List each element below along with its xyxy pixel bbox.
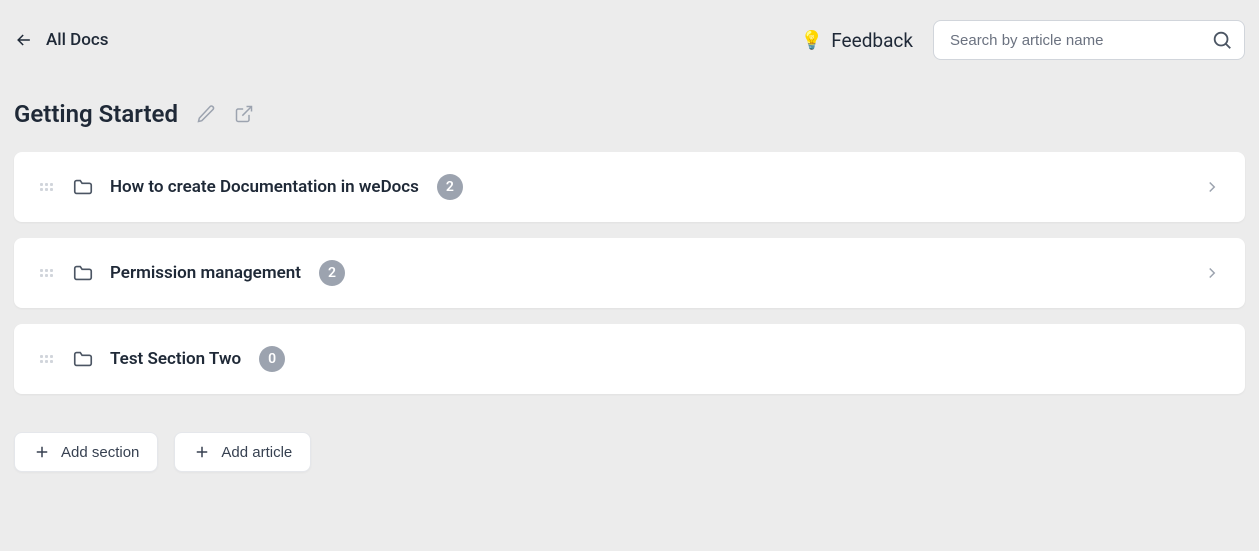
section-title: Permission management xyxy=(110,263,301,283)
count-badge: 2 xyxy=(319,260,345,286)
add-section-button[interactable]: Add section xyxy=(14,432,158,472)
external-link-icon[interactable] xyxy=(234,104,254,124)
search-icon[interactable] xyxy=(1211,29,1233,51)
count-badge: 0 xyxy=(259,346,285,372)
folder-icon xyxy=(72,262,94,284)
plus-icon xyxy=(33,443,51,461)
back-label: All Docs xyxy=(46,30,109,50)
add-article-label: Add article xyxy=(221,444,292,461)
section-title: Test Section Two xyxy=(110,349,241,369)
section-row[interactable]: How to create Documentation in weDocs 2 xyxy=(14,152,1245,222)
add-section-label: Add section xyxy=(61,444,139,461)
add-article-button[interactable]: Add article xyxy=(174,432,311,472)
folder-icon xyxy=(72,176,94,198)
drag-handle-icon[interactable] xyxy=(38,265,54,281)
plus-icon xyxy=(193,443,211,461)
chevron-right-icon xyxy=(1203,178,1221,196)
section-row[interactable]: Permission management 2 xyxy=(14,238,1245,308)
feedback-label: Feedback xyxy=(831,29,913,52)
count-badge: 2 xyxy=(437,174,463,200)
chevron-right-icon xyxy=(1203,264,1221,282)
lightbulb-icon: 💡 xyxy=(801,30,823,51)
section-title: How to create Documentation in weDocs xyxy=(110,177,419,197)
feedback-link[interactable]: 💡 Feedback xyxy=(801,29,913,52)
folder-icon xyxy=(72,348,94,370)
search-input[interactable] xyxy=(933,20,1245,60)
page-title: Getting Started xyxy=(14,100,178,128)
section-row[interactable]: Test Section Two 0 xyxy=(14,324,1245,394)
drag-handle-icon[interactable] xyxy=(38,351,54,367)
drag-handle-icon[interactable] xyxy=(38,179,54,195)
arrow-left-icon xyxy=(14,30,34,50)
back-to-all-docs[interactable]: All Docs xyxy=(14,30,109,50)
edit-icon[interactable] xyxy=(196,104,216,124)
